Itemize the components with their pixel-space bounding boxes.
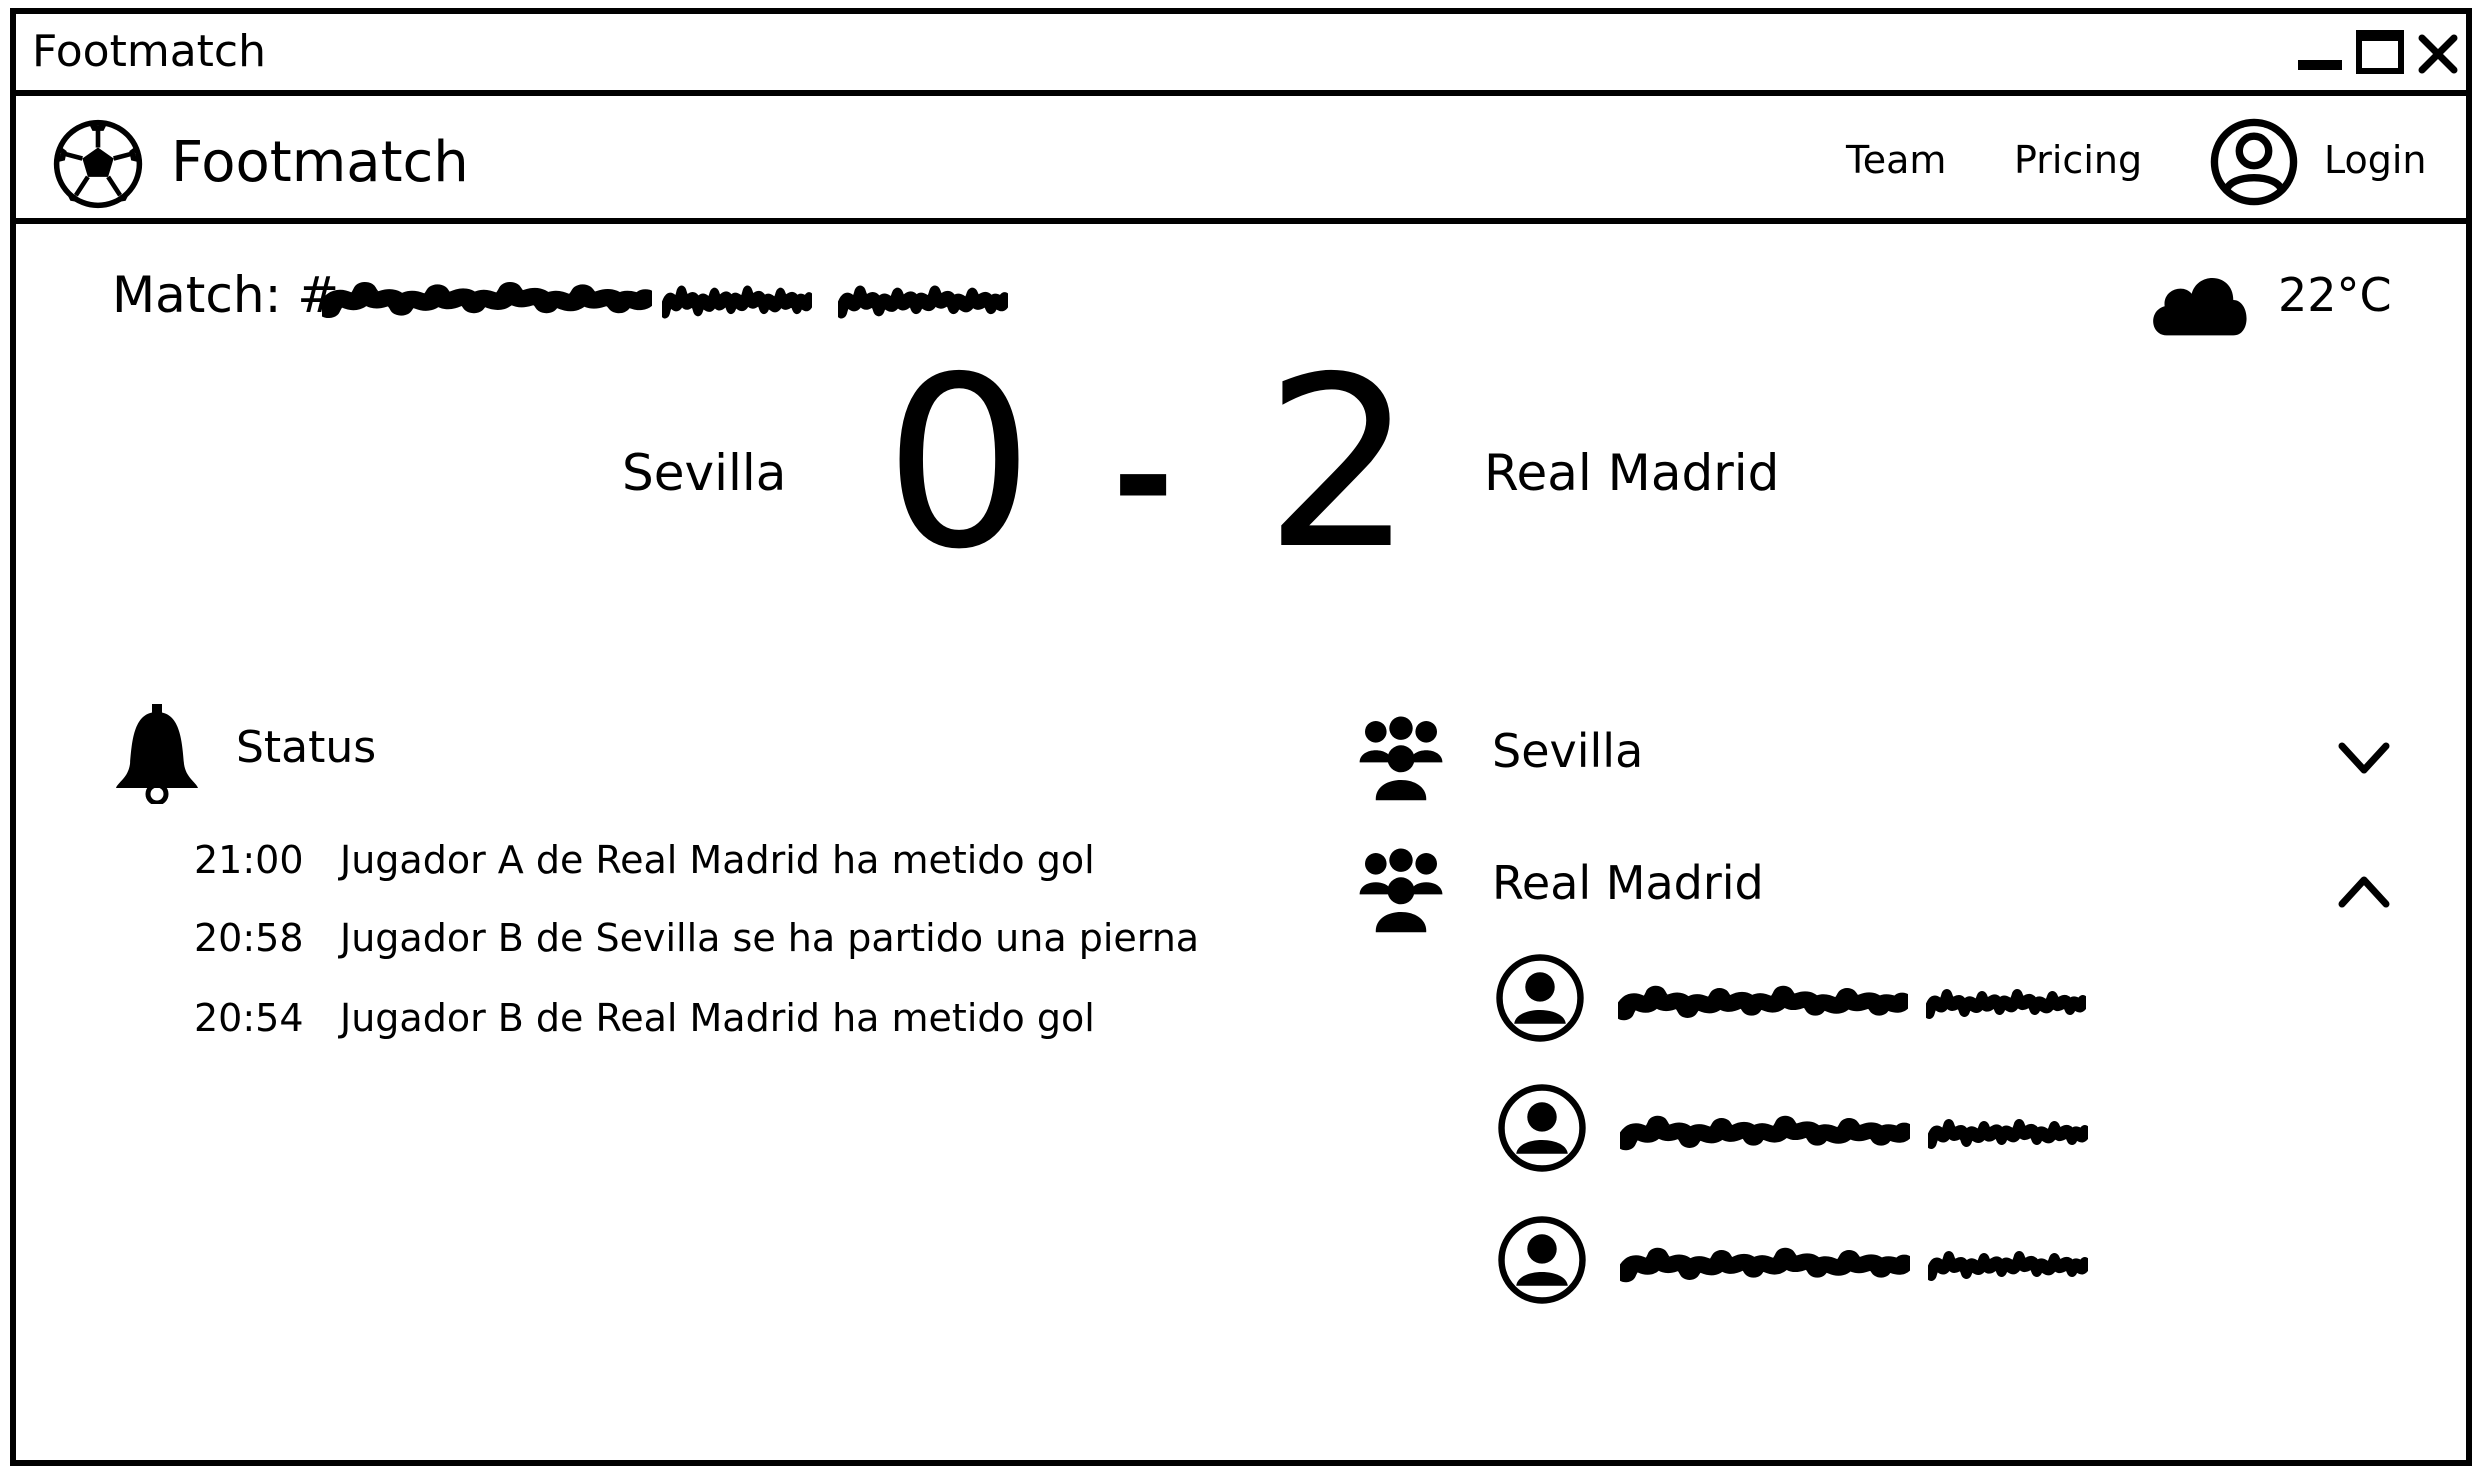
redacted-match-id-part <box>838 280 1008 324</box>
user-avatar-icon[interactable] <box>2208 116 2300 208</box>
redacted-player-name-part <box>1928 1114 2088 1154</box>
player-avatar-icon <box>1496 1082 1588 1174</box>
away-team-name: Real Madrid <box>1484 444 1780 502</box>
event-text: Jugador B de Sevilla se ha partido una p… <box>340 916 1200 960</box>
brand-name[interactable]: Footmatch <box>171 130 469 195</box>
redacted-match-id-part <box>662 280 812 324</box>
event-time: 20:58 <box>194 916 304 960</box>
home-score: 0 <box>884 326 1035 601</box>
team-name: Sevilla <box>1492 724 1644 778</box>
chevron-down-icon[interactable] <box>2336 738 2392 778</box>
navbar: Footmatch Team Pricing Login <box>16 96 2466 224</box>
event-time: 20:54 <box>194 996 304 1040</box>
login-link[interactable]: Login <box>2324 138 2427 182</box>
nav-link-pricing[interactable]: Pricing <box>2014 138 2142 182</box>
event-text: Jugador B de Real Madrid ha metido gol <box>340 996 1095 1040</box>
nav-link-team[interactable]: Team <box>1846 138 1946 182</box>
player-row[interactable] <box>1496 1214 2156 1310</box>
status-heading: Status <box>236 722 377 773</box>
window-titlebar: Footmatch <box>16 14 2466 96</box>
cloud-icon <box>2153 278 2247 336</box>
redacted-player-name <box>1618 980 1908 1026</box>
player-avatar-icon <box>1496 1214 1588 1306</box>
team-accordion-real-madrid[interactable]: Real Madrid <box>1334 832 2424 942</box>
event-time: 21:00 <box>194 838 304 882</box>
temperature: 22°C <box>2278 268 2392 322</box>
home-team-name: Sevilla <box>622 444 787 502</box>
bell-icon <box>116 704 198 804</box>
maximize-icon[interactable] <box>2354 28 2406 80</box>
chevron-up-icon[interactable] <box>2336 872 2392 912</box>
away-score: 2 <box>1264 326 1415 601</box>
minimize-icon[interactable] <box>2294 28 2346 80</box>
redacted-player-name <box>1620 1110 1910 1156</box>
window-title: Footmatch <box>32 26 266 77</box>
team-group-icon <box>1356 712 1446 802</box>
player-avatar-icon <box>1494 952 1586 1044</box>
player-row[interactable] <box>1496 1082 2156 1178</box>
score-separator: - <box>1112 390 1175 564</box>
app-window: Footmatch Footmatch Team Pricing Login M… <box>10 8 2472 1466</box>
close-icon[interactable] <box>2412 28 2464 80</box>
redacted-player-name-part <box>1926 984 2086 1024</box>
event-text: Jugador A de Real Madrid ha metido gol <box>340 838 1095 882</box>
team-group-icon <box>1356 844 1446 934</box>
soccer-ball-icon <box>53 119 143 209</box>
redacted-match-id <box>322 276 652 324</box>
redacted-player-name <box>1620 1242 1910 1288</box>
team-accordion-sevilla[interactable]: Sevilla <box>1334 700 2424 810</box>
redacted-player-name-part <box>1928 1246 2088 1286</box>
player-row[interactable] <box>1494 952 2154 1048</box>
team-name: Real Madrid <box>1492 856 1764 910</box>
match-label: Match: # <box>112 266 340 324</box>
